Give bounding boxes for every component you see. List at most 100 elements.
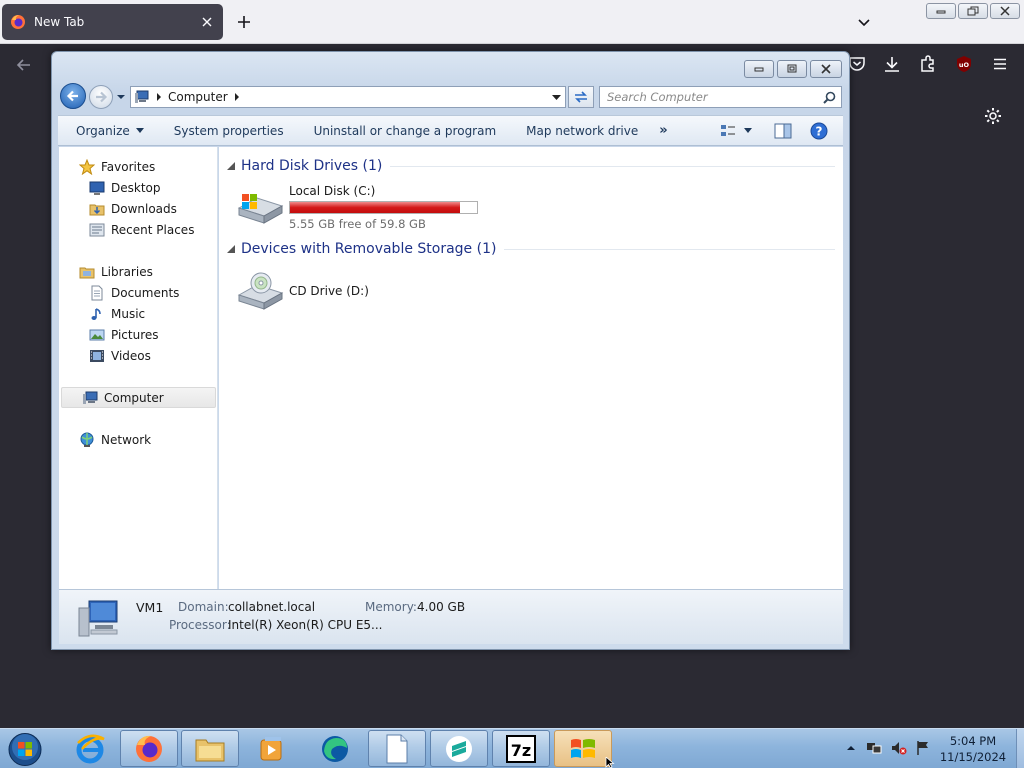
computer-name: VM1 xyxy=(136,600,164,615)
media-player-taskbar-button[interactable] xyxy=(243,730,301,767)
start-button[interactable] xyxy=(6,732,44,767)
explorer-minimize-button[interactable] xyxy=(744,60,774,78)
computer-icon xyxy=(82,390,98,406)
internet-explorer-taskbar-button[interactable] xyxy=(61,730,119,767)
memory-label: Memory: xyxy=(365,600,417,614)
chevron-right-icon[interactable] xyxy=(234,93,240,101)
view-icon xyxy=(720,124,736,138)
nav-label: Documents xyxy=(111,285,180,300)
command-bar: Organize System properties Uninstall or … xyxy=(58,115,843,146)
show-desktop-button[interactable] xyxy=(1016,729,1024,768)
change-view-button[interactable] xyxy=(720,122,760,140)
collapse-icon[interactable] xyxy=(227,162,235,170)
close-button[interactable] xyxy=(990,3,1020,19)
nav-music[interactable]: Music xyxy=(59,303,216,324)
nav-documents[interactable]: Documents xyxy=(59,282,216,303)
group-divider xyxy=(390,165,835,167)
help-icon[interactable]: ? xyxy=(810,122,828,140)
memory-value: 4.00 GB xyxy=(417,600,466,614)
music-icon xyxy=(89,306,105,322)
nav-pictures[interactable]: Pictures xyxy=(59,324,216,345)
group-header-hard-disk-drives[interactable]: Hard Disk Drives (1) xyxy=(227,156,835,176)
nav-label: Downloads xyxy=(111,201,177,216)
nav-downloads[interactable]: Downloads xyxy=(59,198,216,219)
nav-label: Desktop xyxy=(111,180,161,195)
nav-favorites[interactable]: Favorites xyxy=(59,156,216,177)
7zip-taskbar-button[interactable]: 7z xyxy=(492,730,550,767)
back-button[interactable] xyxy=(60,83,86,109)
downloads-folder-icon xyxy=(89,201,105,217)
volume-muted-icon[interactable] xyxy=(891,740,907,756)
group-header-removable-storage[interactable]: Devices with Removable Storage (1) xyxy=(227,239,835,259)
nav-network[interactable]: Network xyxy=(59,429,216,450)
map-network-drive-button[interactable]: Map network drive xyxy=(511,124,653,138)
address-bar[interactable]: Computer xyxy=(130,86,566,108)
extensions-icon[interactable] xyxy=(918,54,938,74)
show-hidden-icons[interactable] xyxy=(845,742,861,758)
close-tab-icon[interactable] xyxy=(199,14,215,30)
forward-button[interactable] xyxy=(89,85,113,109)
list-tabs-icon[interactable] xyxy=(855,13,873,31)
nav-recent-places[interactable]: Recent Places xyxy=(59,219,216,240)
browser-tab[interactable]: New Tab xyxy=(2,4,223,40)
preview-pane-icon[interactable] xyxy=(774,123,792,139)
nav-label: Pictures xyxy=(111,327,159,342)
chevron-down-icon[interactable] xyxy=(552,93,561,102)
internet-explorer-icon xyxy=(74,733,106,765)
clock-date: 11/15/2024 xyxy=(939,750,1007,764)
recent-places-icon xyxy=(89,222,105,238)
nav-label: Libraries xyxy=(101,264,153,279)
menu-icon[interactable] xyxy=(990,54,1010,74)
network-tray-icon[interactable] xyxy=(866,740,882,756)
drive-cd-d[interactable]: CD Drive (D:) xyxy=(235,267,495,315)
system-properties-button[interactable]: System properties xyxy=(159,124,299,138)
drive-local-disk-c[interactable]: Local Disk (C:) 5.55 GB free of 59.8 GB xyxy=(235,182,495,231)
edge-taskbar-button[interactable] xyxy=(306,730,364,767)
svg-text:uO: uO xyxy=(959,61,970,69)
explorer-window-taskbar-button[interactable] xyxy=(554,730,612,767)
mouse-cursor-icon xyxy=(605,757,615,768)
taskbar-clock[interactable]: 5:04 PM 11/15/2024 xyxy=(930,733,1016,765)
restore-button[interactable] xyxy=(958,3,988,19)
windows-explorer-taskbar-button[interactable] xyxy=(181,730,239,767)
download-icon[interactable] xyxy=(882,54,902,74)
explorer-restore-button[interactable] xyxy=(777,60,807,78)
ublock-icon[interactable]: uO xyxy=(954,54,974,74)
uninstall-program-button[interactable]: Uninstall or change a program xyxy=(299,124,512,138)
libraries-icon xyxy=(79,264,95,280)
pocket-icon[interactable] xyxy=(847,54,867,74)
search-box[interactable] xyxy=(599,86,842,108)
recent-pages-dropdown-icon[interactable] xyxy=(116,92,126,102)
nav-computer[interactable]: Computer xyxy=(61,387,216,408)
organize-button[interactable]: Organize xyxy=(58,124,159,138)
hard-drive-icon xyxy=(235,186,285,226)
search-input[interactable] xyxy=(607,90,807,104)
minimize-button[interactable] xyxy=(926,3,956,19)
search-icon[interactable] xyxy=(823,91,836,104)
details-pane: VM1 Domain: collabnet.local Memory: 4.00… xyxy=(59,589,843,644)
collapse-icon[interactable] xyxy=(227,245,235,253)
notepad-taskbar-button[interactable] xyxy=(368,730,426,767)
back-arrow-icon[interactable] xyxy=(14,55,34,75)
svg-text:?: ? xyxy=(816,125,823,139)
explorer-close-button[interactable] xyxy=(810,60,842,78)
action-center-flag-icon[interactable] xyxy=(915,740,931,756)
new-tab-icon[interactable] xyxy=(234,12,254,32)
nav-label: Recent Places xyxy=(111,222,195,237)
more-commands-button[interactable]: » xyxy=(653,123,673,138)
nav-libraries[interactable]: Libraries xyxy=(59,261,216,282)
sublime-text-taskbar-button[interactable] xyxy=(430,730,488,767)
nav-label: Music xyxy=(111,306,146,321)
nav-label: Favorites xyxy=(101,159,156,174)
processor-value: Intel(R) Xeon(R) CPU E5... xyxy=(228,618,383,632)
nav-videos[interactable]: Videos xyxy=(59,345,216,366)
firefox-taskbar-button[interactable] xyxy=(120,730,178,767)
chevron-right-icon[interactable] xyxy=(156,93,162,101)
nav-desktop[interactable]: Desktop xyxy=(59,177,216,198)
refresh-button[interactable] xyxy=(568,86,594,108)
breadcrumb-computer[interactable]: Computer xyxy=(168,90,228,104)
chevron-down-icon xyxy=(135,127,144,134)
desktop-icon xyxy=(89,180,105,196)
gear-icon[interactable] xyxy=(983,106,1003,126)
domain-value: collabnet.local xyxy=(228,600,316,614)
